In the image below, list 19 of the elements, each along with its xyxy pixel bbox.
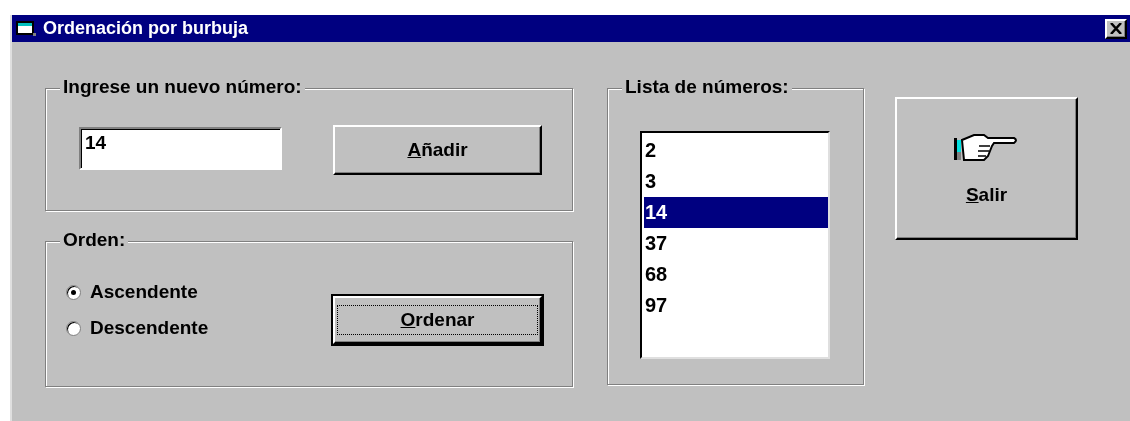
number-input-field[interactable]: 14 [79,127,282,170]
list-item[interactable]: 14 [644,197,828,228]
sort-button[interactable]: Ordenar [333,296,542,344]
window-app-icon [16,19,38,38]
list-item[interactable]: 68 [644,259,828,290]
radio-label[interactable]: Ascendente [90,281,198,303]
add-button[interactable]: Añadir [333,124,542,175]
radio-label[interactable]: Descendente [90,317,209,339]
close-button[interactable] [1105,18,1127,39]
close-icon [1110,23,1122,34]
list-item[interactable]: 3 [644,166,828,197]
window-title: Ordenación por burbuja [43,18,249,39]
number-listbox[interactable]: 2 3 14 37 68 97 [640,131,830,359]
list-item[interactable]: 97 [644,290,828,321]
radio-button[interactable] [66,320,81,336]
list-item[interactable]: 37 [644,228,828,259]
list-item[interactable]: 2 [644,135,828,166]
exit-button[interactable]: Salir [895,97,1078,240]
pointing-hand-icon [953,131,1020,164]
